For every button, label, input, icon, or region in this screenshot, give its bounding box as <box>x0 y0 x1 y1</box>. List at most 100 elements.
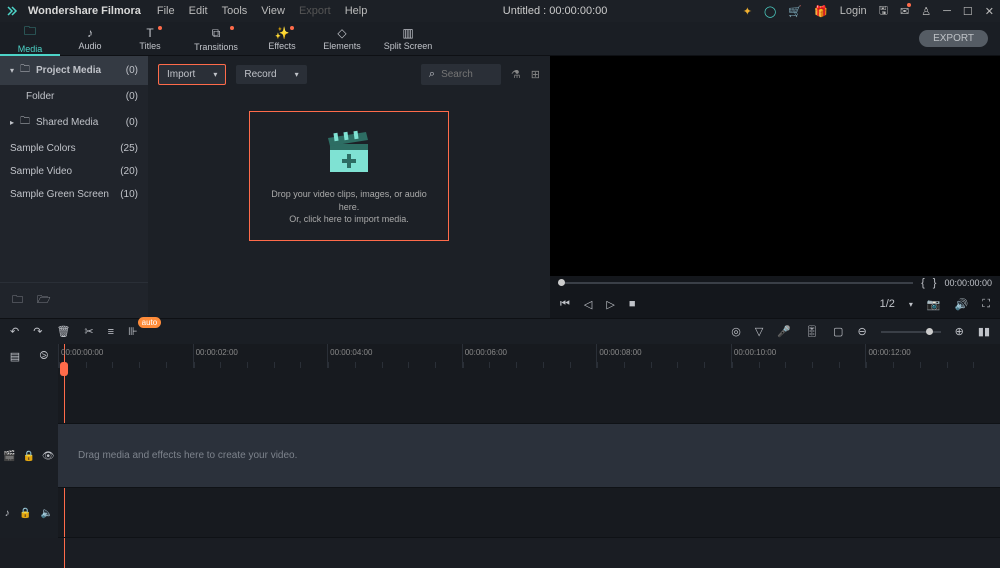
tab-split-screen[interactable]: ▥ Split Screen <box>372 22 444 56</box>
mute-icon[interactable]: 🔈 <box>41 508 53 519</box>
import-dropdown[interactable]: Import ▾ <box>158 64 226 85</box>
media-sidebar: ▾🗀Project Media (0) Folder (0) ▸🗀Shared … <box>0 56 148 318</box>
tab-media[interactable]: 🗀 Media <box>0 22 60 56</box>
search-input[interactable] <box>441 69 491 80</box>
preview-time: 00:00:00:00 <box>944 278 992 288</box>
import-drop-zone[interactable]: Drop your video clips, images, or audio … <box>249 111 449 241</box>
track-area[interactable]: Drag media and effects here to create yo… <box>58 368 1000 538</box>
search-box[interactable]: ⌕ <box>421 64 501 85</box>
audio-track[interactable] <box>58 488 1000 538</box>
menu-view[interactable]: View <box>261 5 285 17</box>
save-icon[interactable]: 🖫 <box>879 2 888 21</box>
maximize-button[interactable]: ☐ <box>963 5 973 18</box>
chevron-down-icon[interactable]: ▾ <box>909 300 913 309</box>
track-headers: 🎬 🔒 👁 ♪ 🔒 🔈 <box>0 368 58 538</box>
mixer-icon[interactable]: 🎚 <box>805 325 819 338</box>
sidebar-item-shared-media[interactable]: ▸🗀Shared Media (0) <box>0 108 148 137</box>
preview-viewport[interactable] <box>550 56 1000 276</box>
snapshot-icon[interactable]: 📷 <box>927 298 941 311</box>
keyframe-icon[interactable]: ▢ <box>833 325 843 338</box>
user-icon[interactable]: ♙ <box>921 5 931 18</box>
support-icon[interactable]: ◯ <box>764 5 776 18</box>
magnet-icon[interactable]: ⧁ <box>39 350 48 363</box>
grid-view-icon[interactable]: ⊞ <box>531 68 540 81</box>
folder-icon: 🗀 <box>24 22 36 43</box>
timeline-tracks: 🎬 🔒 👁 ♪ 🔒 🔈 Drag media and effects here … <box>0 368 1000 538</box>
tab-transitions[interactable]: ⧉ Transitions <box>180 22 252 56</box>
split-button[interactable]: ✂ <box>84 325 93 338</box>
track-empty[interactable] <box>58 368 1000 424</box>
zoom-fit-button[interactable]: ▮▮ <box>978 325 990 338</box>
lock-icon[interactable]: 🔒 <box>19 508 31 519</box>
voiceover-icon[interactable]: 🎤 <box>777 325 791 338</box>
sidebar-count: (0) <box>126 91 138 102</box>
tab-audio[interactable]: ♪ Audio <box>60 22 120 56</box>
new-folder-icon[interactable]: 🗀 <box>12 291 23 310</box>
login-button[interactable]: Login <box>840 5 867 17</box>
marker-icon[interactable]: ▽ <box>755 325 763 338</box>
preview-ratio[interactable]: 1/2 <box>880 298 895 310</box>
media-toolbar: Import ▾ Record ▾ ⌕ ⚗ ⊞ <box>148 56 550 93</box>
menu-file[interactable]: File <box>157 5 175 17</box>
preview-scrubber[interactable]: { } 00:00:00:00 <box>550 276 1000 290</box>
scrub-handle[interactable] <box>558 279 565 286</box>
edit-button[interactable]: ≡ <box>108 326 114 338</box>
zoom-out-button[interactable]: ⊖ <box>857 325 866 338</box>
drop-zone-text: Drop your video clips, images, or audio … <box>260 188 438 226</box>
visibility-icon[interactable]: 👁 <box>42 451 55 462</box>
ruler-tick: 00:00:04:00 <box>327 344 462 368</box>
upper-panels: ▾🗀Project Media (0) Folder (0) ▸🗀Shared … <box>0 56 1000 318</box>
play-back-button[interactable]: ◁ <box>584 298 592 311</box>
zoom-handle[interactable] <box>926 328 933 335</box>
filter-icon[interactable]: ⚗ <box>511 68 521 81</box>
timeline-ruler[interactable]: 00:00:00:00 00:00:02:00 00:00:04:00 00:0… <box>58 344 1000 368</box>
mail-icon[interactable]: ✉ <box>900 5 909 18</box>
timeline-menu-icon[interactable]: ▤ <box>10 350 20 363</box>
prev-frame-button[interactable]: ⏮ <box>560 298 570 311</box>
tab-elements-label: Elements <box>323 41 361 51</box>
render-icon[interactable]: ◎ <box>731 325 741 338</box>
stop-button[interactable]: ■ <box>629 298 636 310</box>
tab-titles[interactable]: T Titles <box>120 22 180 56</box>
video-track-header[interactable]: 🎬 🔒 👁 <box>0 424 58 488</box>
chevron-down-icon: ▾ <box>213 70 217 79</box>
volume-icon[interactable]: 🔊 <box>955 298 969 311</box>
lock-icon[interactable]: 🔒 <box>23 451 35 462</box>
cart-icon[interactable]: 🛒 <box>788 5 802 18</box>
badge-dot <box>230 26 234 30</box>
redo-button[interactable]: ↷ <box>33 325 42 338</box>
fullscreen-icon[interactable]: ⛶ <box>982 298 990 311</box>
audio-track-header[interactable]: ♪ 🔒 🔈 <box>0 488 58 538</box>
auto-button[interactable]: ⊪auto <box>128 325 138 338</box>
sidebar-item-sample-green[interactable]: Sample Green Screen (10) <box>0 183 148 206</box>
close-button[interactable]: ✕ <box>985 5 994 18</box>
play-button[interactable]: ▷ <box>606 298 614 311</box>
video-track-icon: 🎬 <box>3 451 15 462</box>
video-track[interactable]: Drag media and effects here to create yo… <box>58 424 1000 488</box>
menu-tools[interactable]: Tools <box>222 5 248 17</box>
undo-button[interactable]: ↶ <box>10 325 19 338</box>
premium-icon[interactable]: ✦ <box>743 5 752 18</box>
delete-button[interactable]: 🗑 <box>56 325 70 338</box>
sidebar-item-sample-colors[interactable]: Sample Colors (25) <box>0 137 148 160</box>
tab-effects[interactable]: ✨ Effects <box>252 22 312 56</box>
zoom-in-button[interactable]: ⊕ <box>955 325 964 338</box>
folder-icon: 🗀 <box>20 114 30 131</box>
tab-elements[interactable]: ◇ Elements <box>312 22 372 56</box>
sidebar-item-sample-video[interactable]: Sample Video (20) <box>0 160 148 183</box>
zoom-slider[interactable] <box>881 331 941 333</box>
export-button[interactable]: EXPORT <box>919 30 988 47</box>
record-dropdown[interactable]: Record ▾ <box>236 65 306 84</box>
ruler-tick: 00:00:02:00 <box>193 344 328 368</box>
minimize-button[interactable]: ─ <box>943 5 951 17</box>
clapperboard-icon <box>320 126 378 176</box>
menu-edit[interactable]: Edit <box>189 5 208 17</box>
sidebar-item-folder[interactable]: Folder (0) <box>0 85 148 108</box>
bracket-open[interactable]: { <box>921 277 925 289</box>
folder-open-icon[interactable]: 🗁 <box>37 291 51 310</box>
sidebar-item-project-media[interactable]: ▾🗀Project Media (0) <box>0 56 148 85</box>
menu-help[interactable]: Help <box>345 5 368 17</box>
bracket-close[interactable]: } <box>933 277 937 289</box>
badge-dot <box>158 26 162 30</box>
gift-icon[interactable]: 🎁 <box>814 5 828 18</box>
